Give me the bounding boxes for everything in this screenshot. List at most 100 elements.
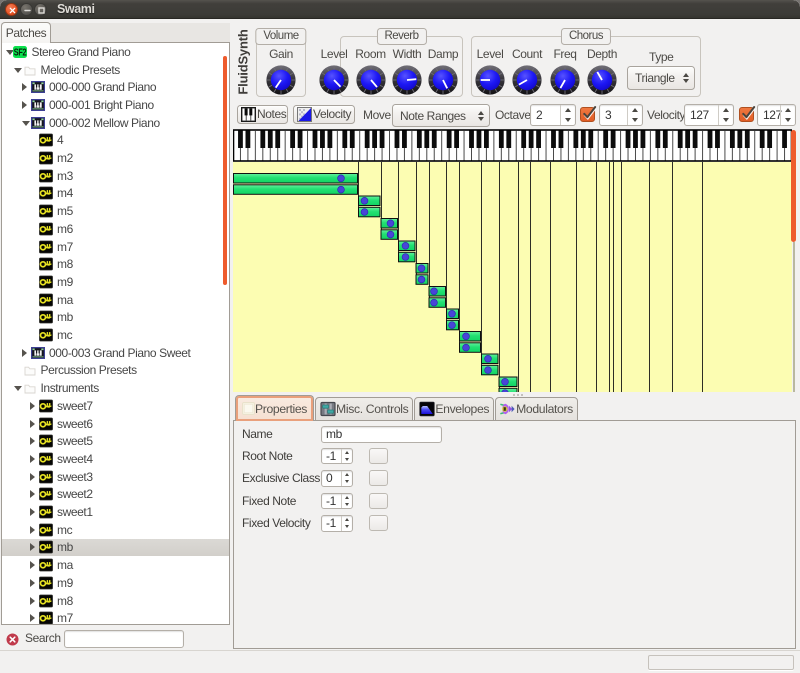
expander-closed-icon[interactable] [30, 526, 35, 534]
name-field[interactable] [321, 426, 442, 443]
expander-closed-icon[interactable] [30, 490, 35, 498]
tree-scrollbar[interactable] [223, 56, 228, 285]
root-note-spin[interactable]: -1 [321, 448, 353, 465]
canvas-scrollbar[interactable] [791, 130, 796, 242]
expander-open-icon[interactable] [14, 68, 22, 73]
tree-row[interactable]: sweet6 [2, 415, 229, 433]
tree-row[interactable]: Percussion Presets [2, 362, 229, 380]
tree-row[interactable]: sweet4 [2, 450, 229, 468]
expander-closed-icon[interactable] [30, 561, 35, 569]
tree-row[interactable]: m9 [2, 574, 229, 592]
notes-view-button[interactable]: Notes [237, 105, 288, 125]
spin-arrows-icon[interactable] [560, 105, 575, 125]
fixed-note-picker-button[interactable] [369, 493, 388, 509]
tree-row[interactable]: mc [2, 521, 229, 539]
tab-modulators[interactable]: Modulators [495, 397, 578, 421]
tree-row[interactable]: m6 [2, 220, 229, 238]
tree-row[interactable]: 000-002 Mellow Piano [2, 114, 229, 132]
tree-row[interactable]: m9 [2, 273, 229, 291]
tree-row[interactable]: sweet2 [2, 486, 229, 504]
spin-arrows-icon[interactable] [341, 471, 352, 486]
titlebar[interactable]: Swami [0, 0, 800, 19]
note-range-canvas[interactable] [233, 162, 792, 392]
expander-closed-icon[interactable] [30, 455, 35, 463]
velocity-view-button[interactable]: Velocity [293, 105, 355, 125]
search-clear-icon[interactable] [6, 633, 19, 646]
tree-row[interactable]: sweet3 [2, 468, 229, 486]
expander-closed-icon[interactable] [30, 543, 35, 551]
expander-closed-icon[interactable] [30, 437, 35, 445]
expander-closed-icon[interactable] [22, 349, 27, 357]
close-button[interactable] [5, 3, 18, 16]
tree-row[interactable]: 000-000 Grand Piano [2, 78, 229, 96]
tree-row[interactable]: 000-003 Grand Piano Sweet [2, 344, 229, 362]
expander-open-icon[interactable] [22, 121, 30, 126]
tab-properties[interactable]: Properties [235, 395, 314, 421]
tree-row[interactable]: ma [2, 291, 229, 309]
velocity-high-spin[interactable]: 127 [757, 104, 796, 126]
tree-row[interactable]: m5 [2, 202, 229, 220]
knob-level[interactable] [319, 65, 349, 95]
tree-row[interactable]: m8 [2, 592, 229, 610]
tree-row[interactable]: m4 [2, 185, 229, 203]
tree-row[interactable]: 4 [2, 132, 229, 150]
range-mode-combo[interactable]: Note Ranges [392, 104, 490, 127]
expander-closed-icon[interactable] [22, 83, 27, 91]
tree-row[interactable]: m3 [2, 167, 229, 185]
knob-count[interactable] [512, 65, 542, 95]
tree-row[interactable]: ma [2, 556, 229, 574]
expander-closed-icon[interactable] [30, 420, 35, 428]
tree-row[interactable]: sweet5 [2, 432, 229, 450]
knob-room[interactable] [356, 65, 386, 95]
tree-row[interactable]: sweet1 [2, 503, 229, 521]
fixed-velocity-picker-button[interactable] [369, 515, 388, 531]
octave-link-checkbox[interactable] [580, 107, 595, 122]
tab-patches[interactable]: Patches [1, 22, 51, 43]
exclusive-class-spin[interactable]: 0 [321, 470, 353, 487]
tree-row[interactable]: m7 [2, 609, 229, 625]
expander-closed-icon[interactable] [30, 473, 35, 481]
tree-row[interactable]: m2 [2, 149, 229, 167]
knob-depth[interactable] [587, 65, 617, 95]
octave-low-spin[interactable]: 2 [530, 104, 576, 126]
fixed-velocity-spin[interactable]: -1 [321, 515, 353, 532]
fixed-note-spin[interactable]: -1 [321, 493, 353, 510]
exclusive-class-picker-button[interactable] [369, 470, 388, 486]
velocity-low-spin[interactable]: 127 [684, 104, 734, 126]
tab-misc-controls[interactable]: Misc. Controls [315, 397, 413, 421]
root-note-picker-button[interactable] [369, 448, 388, 464]
spin-arrows-icon[interactable] [718, 105, 733, 125]
spin-arrows-icon[interactable] [341, 516, 352, 531]
velocity-link-checkbox[interactable] [739, 107, 754, 122]
search-input[interactable] [64, 630, 184, 648]
knob-freq[interactable] [550, 65, 580, 95]
tree-row[interactable]: Instruments [2, 379, 229, 397]
piano-keyboard[interactable] [233, 129, 792, 162]
expander-closed-icon[interactable] [30, 614, 35, 622]
knob-level[interactable] [475, 65, 505, 95]
expander-closed-icon[interactable] [30, 579, 35, 587]
knob-width[interactable] [392, 65, 422, 95]
spin-arrows-icon[interactable] [627, 105, 642, 125]
tree-row[interactable]: mb [2, 309, 229, 327]
tab-envelopes[interactable]: Envelopes [414, 397, 494, 421]
tree-row[interactable]: 000-001 Bright Piano [2, 96, 229, 114]
tree-row[interactable]: sweet7 [2, 397, 229, 415]
expander-closed-icon[interactable] [30, 508, 35, 516]
maximize-button[interactable] [34, 3, 47, 16]
tree-row[interactable]: SF2Stereo Grand Piano [2, 43, 229, 61]
tree-row[interactable]: mb [2, 539, 229, 557]
octave-high-spin[interactable]: 3 [599, 104, 643, 126]
spin-arrows-icon[interactable] [341, 494, 352, 509]
expander-closed-icon[interactable] [30, 597, 35, 605]
tree-row[interactable]: m7 [2, 238, 229, 256]
spin-arrows-icon[interactable] [780, 105, 795, 125]
expander-open-icon[interactable] [14, 386, 22, 391]
tree-row[interactable]: mc [2, 326, 229, 344]
expander-closed-icon[interactable] [22, 101, 27, 109]
knob-damp[interactable] [428, 65, 458, 95]
tree-row[interactable]: m8 [2, 255, 229, 273]
expander-closed-icon[interactable] [30, 402, 35, 410]
minimize-button[interactable] [20, 3, 33, 16]
knob-gain[interactable] [266, 65, 296, 95]
